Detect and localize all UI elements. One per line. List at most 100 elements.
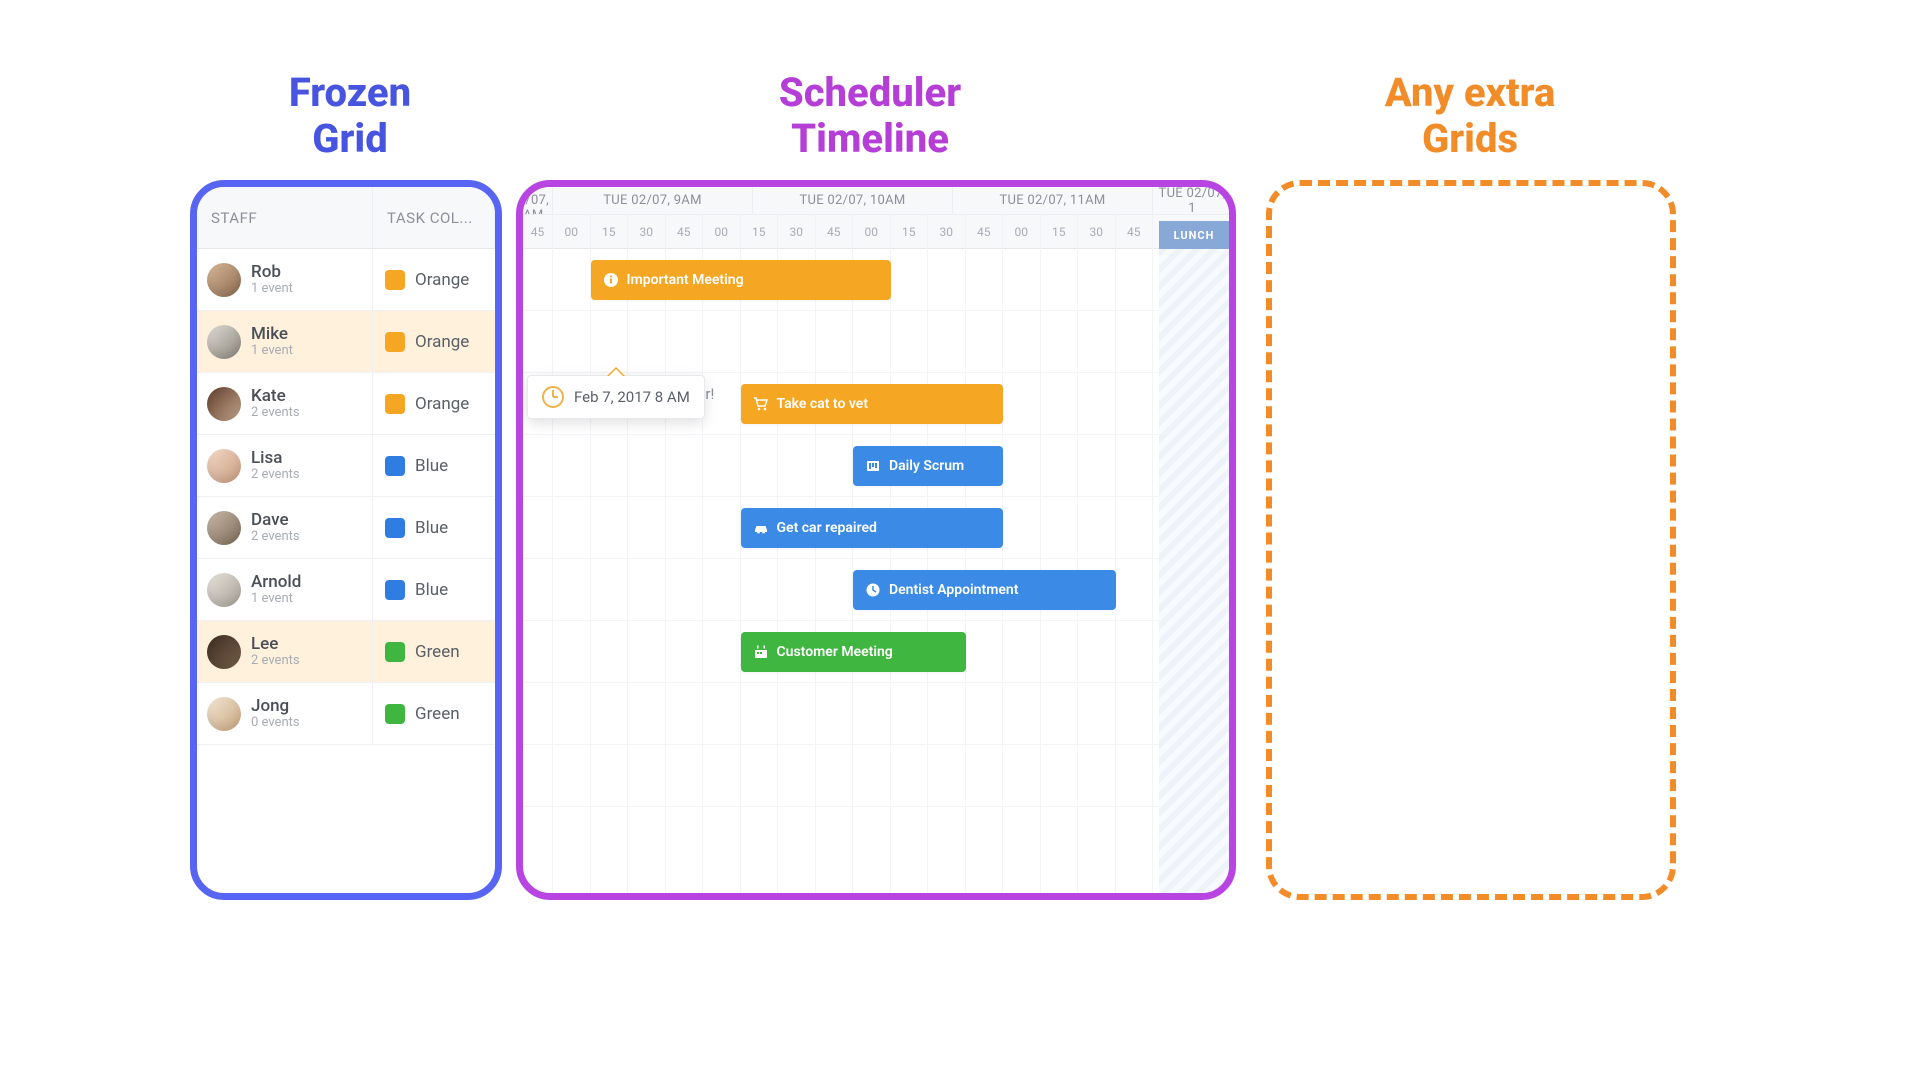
scheduler-body[interactable]: Important Meeting Take cat to vet Daily Sc… xyxy=(523,249,1229,893)
color-swatch xyxy=(385,580,405,600)
color-swatch xyxy=(385,642,405,662)
staff-event-count: 2 events xyxy=(251,654,300,668)
staff-cell[interactable]: Rob 1 event xyxy=(197,249,373,310)
title-extra-l2: Grids xyxy=(1260,116,1680,162)
event-label: Dentist Appointment xyxy=(889,582,1018,598)
staff-event-count: 2 events xyxy=(251,530,300,544)
minute-header: 15 xyxy=(741,215,779,249)
staff-row[interactable]: Mike 1 event Orange xyxy=(197,311,495,373)
cart-icon xyxy=(753,396,769,412)
color-swatch xyxy=(385,332,405,352)
clock-icon xyxy=(542,386,564,408)
staff-cell[interactable]: Jong 0 events xyxy=(197,683,373,744)
event-label: Get car repaired xyxy=(777,520,877,536)
avatar xyxy=(207,511,241,545)
scheduled-event[interactable]: Dentist Appointment xyxy=(853,570,1116,610)
minute-header: 00 xyxy=(853,215,891,249)
scheduled-event[interactable]: Customer Meeting xyxy=(741,632,966,672)
minute-header: 00 xyxy=(1003,215,1041,249)
task-color-cell[interactable]: Orange xyxy=(373,249,495,310)
task-color-cell[interactable]: Blue xyxy=(373,497,495,558)
task-color-cell[interactable]: Orange xyxy=(373,311,495,372)
task-color-cell[interactable]: Orange xyxy=(373,373,495,434)
extra-grids-placeholder xyxy=(1266,180,1676,900)
event-label: Customer Meeting xyxy=(777,644,893,660)
avatar xyxy=(207,573,241,607)
staff-cell[interactable]: Lisa 2 events xyxy=(197,435,373,496)
title-frozen: Frozen Grid xyxy=(190,70,510,162)
cal-icon xyxy=(753,644,769,660)
hour-header: TUE 02/07, 11AM xyxy=(953,187,1153,214)
minute-header: 30 xyxy=(1078,215,1116,249)
staff-name: Arnold xyxy=(251,573,301,592)
task-color-label: Orange xyxy=(415,394,469,414)
minute-header: 45 xyxy=(523,215,553,249)
avatar xyxy=(207,263,241,297)
scheduled-event[interactable]: Get car repaired xyxy=(741,508,1004,548)
task-color-label: Blue xyxy=(415,456,448,476)
col-header-task[interactable]: TASK COL... xyxy=(373,187,495,248)
staff-row[interactable]: Kate 2 events Orange xyxy=(197,373,495,435)
minute-header: 45 xyxy=(1116,215,1154,249)
staff-cell[interactable]: Arnold 1 event xyxy=(197,559,373,620)
minute-header: 15 xyxy=(591,215,629,249)
minute-header: 15 xyxy=(1041,215,1079,249)
tooltip-text: Feb 7, 2017 8 AM xyxy=(574,388,690,406)
task-color-label: Green xyxy=(415,642,460,662)
staff-row[interactable]: Lisa 2 events Blue xyxy=(197,435,495,497)
staff-event-count: 1 event xyxy=(251,592,301,606)
frozen-grid-header: STAFF TASK COL... xyxy=(197,187,495,249)
staff-row[interactable]: Arnold 1 event Blue xyxy=(197,559,495,621)
staff-event-count: 0 events xyxy=(251,716,300,730)
staff-row[interactable]: Rob 1 event Orange xyxy=(197,249,495,311)
scheduled-event[interactable]: Take cat to vet xyxy=(741,384,1004,424)
avatar xyxy=(207,325,241,359)
minute-header: 30 xyxy=(778,215,816,249)
staff-name: Lisa xyxy=(251,449,300,468)
avatar xyxy=(207,635,241,669)
minute-header: 30 xyxy=(928,215,966,249)
staff-cell[interactable]: Dave 2 events xyxy=(197,497,373,558)
title-scheduler-l1: Scheduler xyxy=(510,70,1230,116)
scheduled-event[interactable]: Daily Scrum xyxy=(853,446,1003,486)
minute-header: 30 xyxy=(628,215,666,249)
frozen-grid-panel[interactable]: STAFF TASK COL... Rob 1 event Orange Mik… xyxy=(190,180,502,900)
staff-event-count: 2 events xyxy=(251,406,300,420)
staff-cell[interactable]: Lee 2 events xyxy=(197,621,373,682)
staff-name: Kate xyxy=(251,387,300,406)
staff-row[interactable]: Dave 2 events Blue xyxy=(197,497,495,559)
staff-row[interactable]: Jong 0 events Green xyxy=(197,683,495,745)
task-color-label: Orange xyxy=(415,270,469,290)
scheduled-event[interactable]: Important Meeting xyxy=(591,260,891,300)
car-icon xyxy=(753,520,769,536)
event-label: Take cat to vet xyxy=(777,396,869,412)
scheduler-panel[interactable]: UE 02/07, 8AMTUE 02/07, 9AM TUE 02/07, 1 0… xyxy=(516,180,1236,900)
staff-cell[interactable]: Kate 2 events xyxy=(197,373,373,434)
staff-cell[interactable]: Mike 1 event xyxy=(197,311,373,372)
task-color-label: Blue xyxy=(415,580,448,600)
lunch-column xyxy=(1159,249,1229,893)
title-extra-l1: Any extra xyxy=(1260,70,1680,116)
task-color-label: Orange xyxy=(415,332,469,352)
staff-name: Dave xyxy=(251,511,300,530)
task-color-cell[interactable]: Green xyxy=(373,683,495,744)
color-swatch xyxy=(385,518,405,538)
task-color-cell[interactable]: Blue xyxy=(373,435,495,496)
staff-row[interactable]: Lee 2 events Green xyxy=(197,621,495,683)
color-swatch xyxy=(385,456,405,476)
color-swatch xyxy=(385,394,405,414)
task-color-cell[interactable]: Green xyxy=(373,621,495,682)
avatar xyxy=(207,449,241,483)
task-color-cell[interactable]: Blue xyxy=(373,559,495,620)
hour-header: UE 02/07, 8AM xyxy=(523,187,553,214)
staff-name: Lee xyxy=(251,635,300,654)
hour-header: TUE 02/07, 9AM xyxy=(553,187,753,214)
scheduler-header: UE 02/07, 8AMTUE 02/07, 9AM TUE 02/07, 1 0… xyxy=(523,187,1229,249)
staff-name: Rob xyxy=(251,263,293,282)
title-scheduler-l2: Timeline xyxy=(510,116,1230,162)
hour-header: TUE 02/07, 1 xyxy=(1153,187,1229,214)
avatar xyxy=(207,387,241,421)
title-frozen-l2: Grid xyxy=(190,116,510,162)
staff-event-count: 1 event xyxy=(251,282,293,296)
col-header-staff[interactable]: STAFF xyxy=(197,187,373,248)
